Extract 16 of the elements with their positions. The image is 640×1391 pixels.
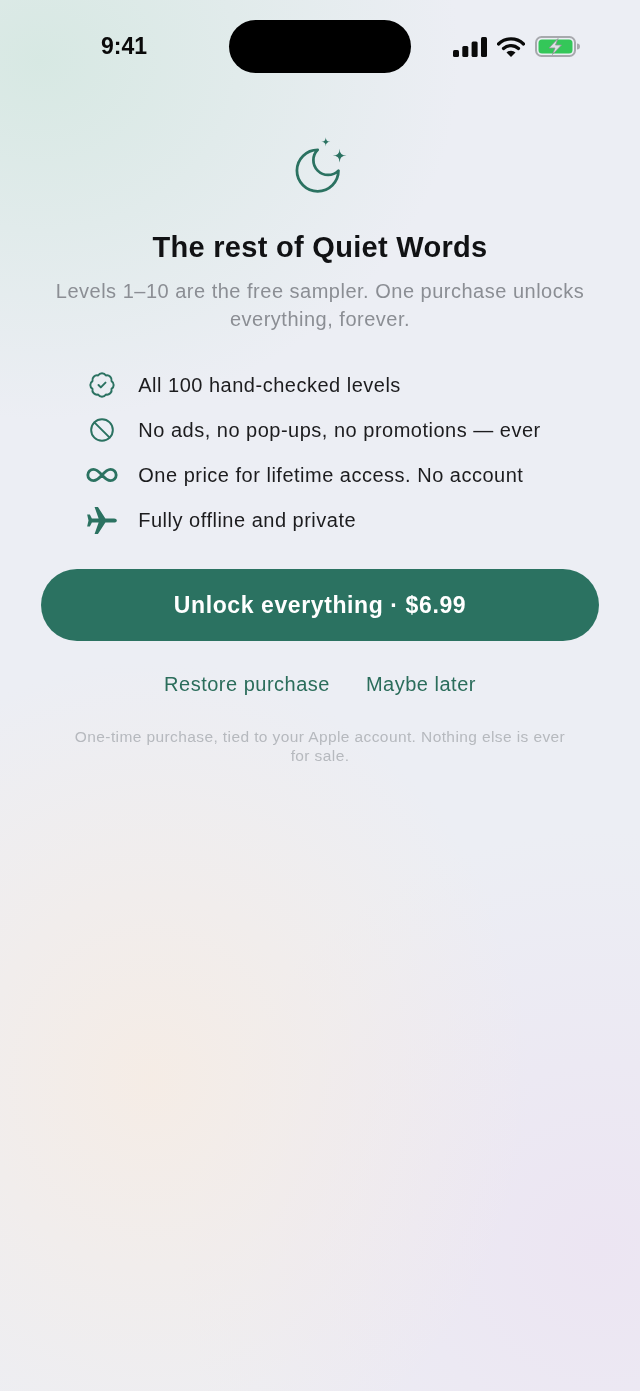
battery-icon bbox=[535, 36, 580, 57]
badge-check-icon bbox=[88, 371, 117, 399]
signal-icon bbox=[453, 36, 487, 57]
unlock-button[interactable]: Unlock everything · $6.99 bbox=[41, 569, 599, 641]
paywall-title: The rest of Quiet Words bbox=[152, 230, 488, 264]
text-link-button[interactable]: Restore purchase bbox=[164, 672, 330, 696]
feature-text: All 100 hand-checked levels bbox=[138, 373, 401, 397]
status-time: 9:41 bbox=[100, 32, 147, 61]
feature-text: No ads, no pop-ups, no promotions — ever bbox=[138, 418, 541, 442]
airplane-icon bbox=[87, 506, 118, 534]
wifi-icon bbox=[497, 36, 525, 57]
paywall-subtitle: Levels 1–10 are the free sampler. One purchase unlocks everything, forever. bbox=[54, 279, 586, 332]
text-link-button[interactable]: Maybe later bbox=[365, 672, 476, 696]
feature-text: One price for lifetime access. No account bbox=[138, 463, 524, 487]
prohibited-icon bbox=[89, 417, 116, 443]
feature-text: Fully offline and private bbox=[138, 508, 357, 532]
